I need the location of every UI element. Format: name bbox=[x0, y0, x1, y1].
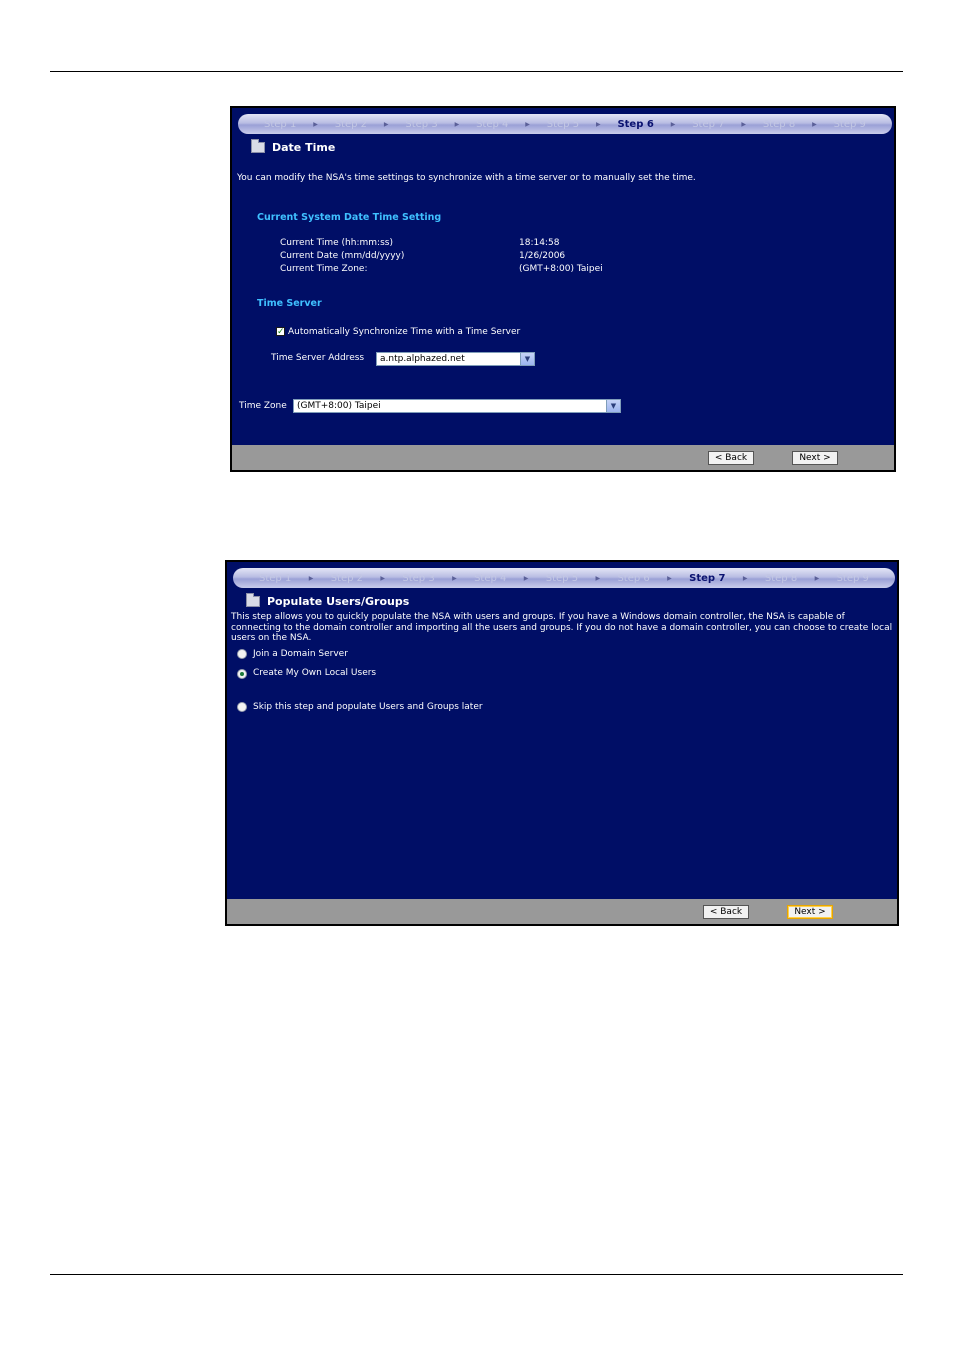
header-rule bbox=[50, 71, 903, 72]
current-timezone-label: Current Time Zone: bbox=[280, 264, 368, 274]
current-setting-heading: Current System Date Time Setting bbox=[257, 212, 442, 223]
step-arrow-icon: ▶ bbox=[741, 120, 746, 128]
step-6: Step 6 bbox=[617, 118, 654, 130]
next-button[interactable]: Next > bbox=[787, 905, 833, 919]
step-arrow-icon: ▶ bbox=[812, 120, 817, 128]
auto-sync-label: Automatically Synchronize Time with a Ti… bbox=[288, 327, 521, 337]
page-description: You can modify the NSA's time settings t… bbox=[237, 173, 696, 183]
create-local-users-label: Create My Own Local Users bbox=[253, 668, 377, 678]
back-button[interactable]: < Back bbox=[703, 905, 749, 919]
skip-step-label: Skip this step and populate Users and Gr… bbox=[253, 702, 483, 712]
step-bar: Step 1 ▶ Step 2 ▶ Step 3 ▶ Step 4 ▶ Step 5 ▶ Step … bbox=[233, 568, 895, 588]
step-arrow-icon: ▶ bbox=[667, 574, 672, 582]
step-6: Step 6 bbox=[617, 572, 650, 584]
create-local-users-radio[interactable] bbox=[237, 669, 247, 679]
populate-users-wizard-screen: Step 1 ▶ Step 2 ▶ Step 3 ▶ Step 4 ▶ Step 5 ▶ Step … bbox=[225, 560, 899, 926]
chevron-down-icon[interactable]: ▼ bbox=[606, 400, 620, 412]
step-4: Step 4 bbox=[476, 118, 509, 130]
current-time-value: 18:14:58 bbox=[519, 238, 560, 248]
step-arrow-icon: ▶ bbox=[595, 120, 601, 128]
step-9: Step 9 bbox=[833, 118, 866, 130]
current-date-label: Current Date (mm/dd/yyyy) bbox=[280, 251, 405, 261]
folder-icon bbox=[251, 139, 265, 153]
next-button[interactable]: Next > bbox=[792, 451, 838, 465]
step-8: Step 8 bbox=[764, 572, 798, 584]
current-timezone-value: (GMT+8:00) Taipei bbox=[519, 264, 603, 274]
step-1: Step 1 bbox=[259, 572, 292, 584]
page-title: Date Time bbox=[251, 139, 335, 154]
folder-icon bbox=[246, 593, 260, 607]
join-domain-label: Join a Domain Server bbox=[253, 649, 348, 659]
time-server-address-label: Time Server Address bbox=[271, 353, 365, 363]
step-5: Step 5 bbox=[545, 572, 579, 584]
auto-sync-checkbox[interactable]: ✓ bbox=[276, 327, 285, 337]
step-arrow-icon: ▶ bbox=[380, 574, 385, 582]
step-9: Step 9 bbox=[836, 572, 869, 584]
current-date-value: 1/26/2006 bbox=[519, 251, 566, 261]
step-7: Step 7 bbox=[689, 572, 726, 584]
skip-step-radio[interactable] bbox=[237, 702, 247, 712]
step-arrow-icon: ▶ bbox=[595, 574, 601, 582]
page-title: Populate Users/Groups bbox=[246, 593, 409, 608]
step-arrow-icon: ▶ bbox=[308, 574, 314, 582]
step-arrow-icon: ▶ bbox=[814, 574, 820, 582]
step-arrow-icon: ▶ bbox=[525, 120, 530, 128]
date-time-wizard-screen: Step 1 ▶ Step 2 ▶ Step 3 ▶ Step 4 ▶ Step 5 ▶ Step … bbox=[230, 106, 896, 472]
step-arrow-icon: ▶ bbox=[452, 574, 457, 582]
chevron-down-icon[interactable]: ▼ bbox=[520, 353, 534, 365]
step-3: Step 3 bbox=[405, 118, 438, 130]
time-server-address-select[interactable]: a.ntp.alphazed.net ▼ bbox=[376, 352, 535, 366]
footer-rule bbox=[50, 1274, 903, 1275]
back-button[interactable]: < Back bbox=[708, 451, 754, 465]
step-4: Step 4 bbox=[474, 572, 507, 584]
step-arrow-icon: ▶ bbox=[523, 574, 529, 582]
step-arrow-icon: ▶ bbox=[383, 120, 389, 128]
join-domain-radio[interactable] bbox=[237, 649, 247, 659]
time-zone-select[interactable]: (GMT+8:00) Taipei ▼ bbox=[293, 399, 621, 413]
step-bar: Step 1 ▶ Step 2 ▶ Step 3 ▶ Step 4 ▶ Step 5 ▶ Step … bbox=[238, 114, 892, 134]
step-2: Step 2 bbox=[334, 118, 367, 130]
wizard-footer: < Back Next > bbox=[232, 445, 894, 470]
wizard-footer: < Back Next > bbox=[227, 899, 897, 924]
current-time-label: Current Time (hh:mm:ss) bbox=[280, 238, 393, 248]
time-zone-label: Time Zone bbox=[239, 401, 287, 411]
step-arrow-icon: ▶ bbox=[670, 120, 676, 128]
step-1: Step 1 bbox=[264, 118, 297, 130]
step-8: Step 8 bbox=[762, 118, 796, 130]
time-server-heading: Time Server bbox=[257, 298, 322, 309]
step-2: Step 2 bbox=[330, 572, 363, 584]
step-3: Step 3 bbox=[402, 572, 435, 584]
step-arrow-icon: ▶ bbox=[742, 574, 748, 582]
step-7: Step 7 bbox=[692, 118, 725, 130]
step-arrow-icon: ▶ bbox=[454, 120, 460, 128]
step-arrow-icon: ▶ bbox=[313, 120, 318, 128]
step-5: Step 5 bbox=[546, 118, 580, 130]
page-description: This step allows you to quickly populate… bbox=[231, 612, 893, 643]
